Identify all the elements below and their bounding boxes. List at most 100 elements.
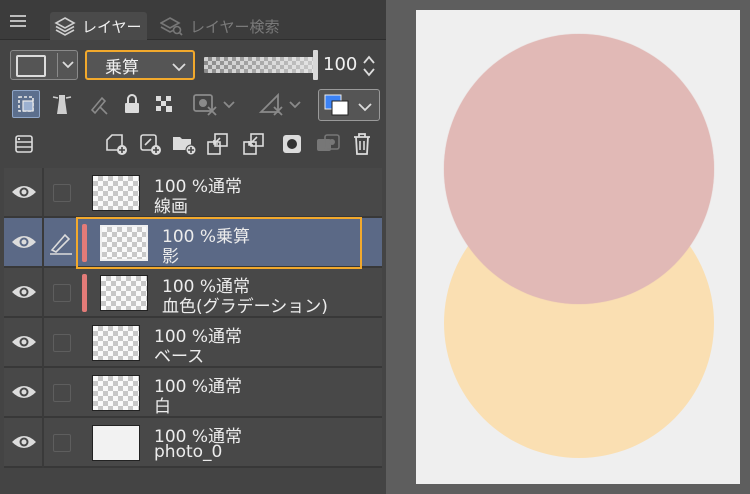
layer-select-checkbox[interactable] (53, 384, 71, 402)
pen-icon (50, 233, 72, 255)
eye-icon[interactable] (10, 382, 38, 402)
opacity-slider[interactable] (204, 57, 314, 73)
layer-row[interactable]: 100 %通常 photo_0 (4, 418, 382, 468)
transparency-lock-icon (156, 96, 172, 112)
mask-icon (193, 94, 217, 116)
divider (42, 168, 44, 218)
layer-panel: レイヤー レイヤー検索 乗算 100 100 %通常 線画 100 %乗算 影 … (0, 0, 386, 494)
transfer-down-icon (207, 133, 228, 155)
eye-icon[interactable] (10, 332, 38, 352)
layer-property-bar: 乗算 100 (0, 44, 386, 86)
layer-color-tag (82, 224, 87, 262)
tab-layer[interactable]: レイヤー (50, 12, 147, 40)
trash-icon (354, 133, 370, 155)
eye-icon[interactable] (10, 182, 38, 202)
tab-layer-search-label: レイヤー検索 (190, 17, 280, 36)
shadow-circle (444, 34, 714, 304)
new-folder-icon (173, 137, 197, 156)
layer-thumbnail (92, 375, 140, 411)
tab-layer-label: レイヤー (82, 17, 142, 36)
divider (42, 318, 44, 368)
layer-thumbnail (92, 425, 140, 461)
divider (42, 368, 44, 418)
delete-layer-button[interactable] (348, 130, 376, 158)
layer-select-checkbox[interactable] (53, 184, 71, 202)
layer-name: ベース (154, 347, 205, 367)
tab-layer-search[interactable]: レイヤー検索 (152, 12, 288, 40)
new-raster-layer-button[interactable] (102, 130, 130, 158)
canvas-area[interactable] (386, 0, 750, 494)
clip-to-layer-below-button[interactable] (12, 90, 40, 118)
transfer-to-lower-layer-button[interactable] (204, 130, 232, 158)
divider (42, 218, 44, 268)
layer-search-icon (160, 17, 183, 36)
merge-down-icon (243, 133, 264, 155)
new-layer-icon (106, 134, 127, 155)
layer-row-selected[interactable]: 100 %乗算 影 (4, 218, 382, 268)
lock-transparency-button[interactable] (150, 90, 178, 118)
menu-icon[interactable] (10, 12, 26, 28)
layer-name: 線画 (154, 197, 188, 217)
apply-mask-button[interactable] (314, 130, 342, 158)
eye-icon[interactable] (10, 432, 38, 452)
layer-select-checkbox[interactable] (53, 334, 71, 352)
mask-apply-icon (317, 134, 340, 151)
layer-palette-menu-button[interactable] (10, 130, 38, 158)
layers-icon (54, 17, 76, 36)
expression-color-dropdown[interactable] (10, 50, 78, 80)
panel-menu-icon (15, 135, 33, 153)
mask-options-dropdown[interactable] (192, 90, 236, 118)
layer-row[interactable]: 100 %通常 白 (4, 368, 382, 418)
layer-thumbnail (100, 225, 148, 261)
opacity-value[interactable]: 100 (323, 54, 357, 75)
layer-list: 100 %通常 線画 100 %乗算 影 100 %通常 血色(グラデーション) (4, 168, 382, 474)
mask-create-icon (283, 135, 301, 153)
layer-color-icon (324, 94, 349, 116)
layer-row[interactable]: 100 %通常 血色(グラデーション) (4, 268, 382, 318)
ruler-icon (258, 92, 283, 116)
layer-row[interactable]: 100 %通常 ベース (4, 318, 382, 368)
layer-select-checkbox[interactable] (53, 284, 71, 302)
lock-icon (125, 94, 139, 113)
opacity-slider-handle[interactable] (313, 50, 318, 80)
ruler-options-dropdown[interactable] (258, 90, 302, 118)
layer-thumbnail (92, 325, 140, 361)
layer-option-bar (0, 86, 386, 124)
chevron-down-icon (358, 103, 372, 112)
canvas-paper[interactable] (416, 10, 740, 484)
layer-thumbnail (100, 275, 148, 311)
layer-name: 血色(グラデーション) (162, 297, 328, 317)
new-vector-layer-icon (140, 134, 161, 155)
pen-slash-icon (90, 96, 108, 115)
layer-select-checkbox[interactable] (53, 434, 71, 452)
eye-icon[interactable] (10, 232, 38, 252)
layer-name: photo_0 (154, 442, 223, 462)
lighthouse-icon (52, 95, 72, 114)
chevron-down-icon (172, 63, 186, 72)
layer-thumbnail (92, 175, 140, 211)
clip-icon (18, 96, 34, 112)
color-swatch-icon (16, 55, 46, 77)
new-folder-button[interactable] (170, 130, 198, 158)
tab-bar: レイヤー レイヤー検索 (0, 0, 386, 40)
eye-icon[interactable] (10, 282, 38, 302)
chevron-down-icon (62, 61, 74, 69)
divider (42, 418, 44, 468)
divider (42, 268, 44, 318)
layer-row[interactable]: 100 %通常 線画 (4, 168, 382, 218)
opacity-spinner-icon[interactable] (362, 54, 376, 78)
chevron-down-icon (289, 101, 301, 109)
layer-name: 白 (154, 397, 171, 417)
layer-command-bar (0, 126, 386, 164)
chevron-down-icon (223, 101, 235, 109)
reference-layer-button[interactable] (48, 90, 76, 118)
merge-to-lower-layer-button[interactable] (240, 130, 268, 158)
layer-color-dropdown[interactable] (318, 89, 380, 121)
draft-layer-button[interactable] (84, 90, 112, 118)
blend-mode-dropdown[interactable]: 乗算 (85, 50, 195, 80)
create-layer-mask-button[interactable] (278, 130, 306, 158)
layer-name: 影 (162, 247, 179, 267)
new-vector-layer-button[interactable] (136, 130, 164, 158)
lock-layer-button[interactable] (118, 90, 146, 118)
layer-color-tag (82, 274, 87, 312)
